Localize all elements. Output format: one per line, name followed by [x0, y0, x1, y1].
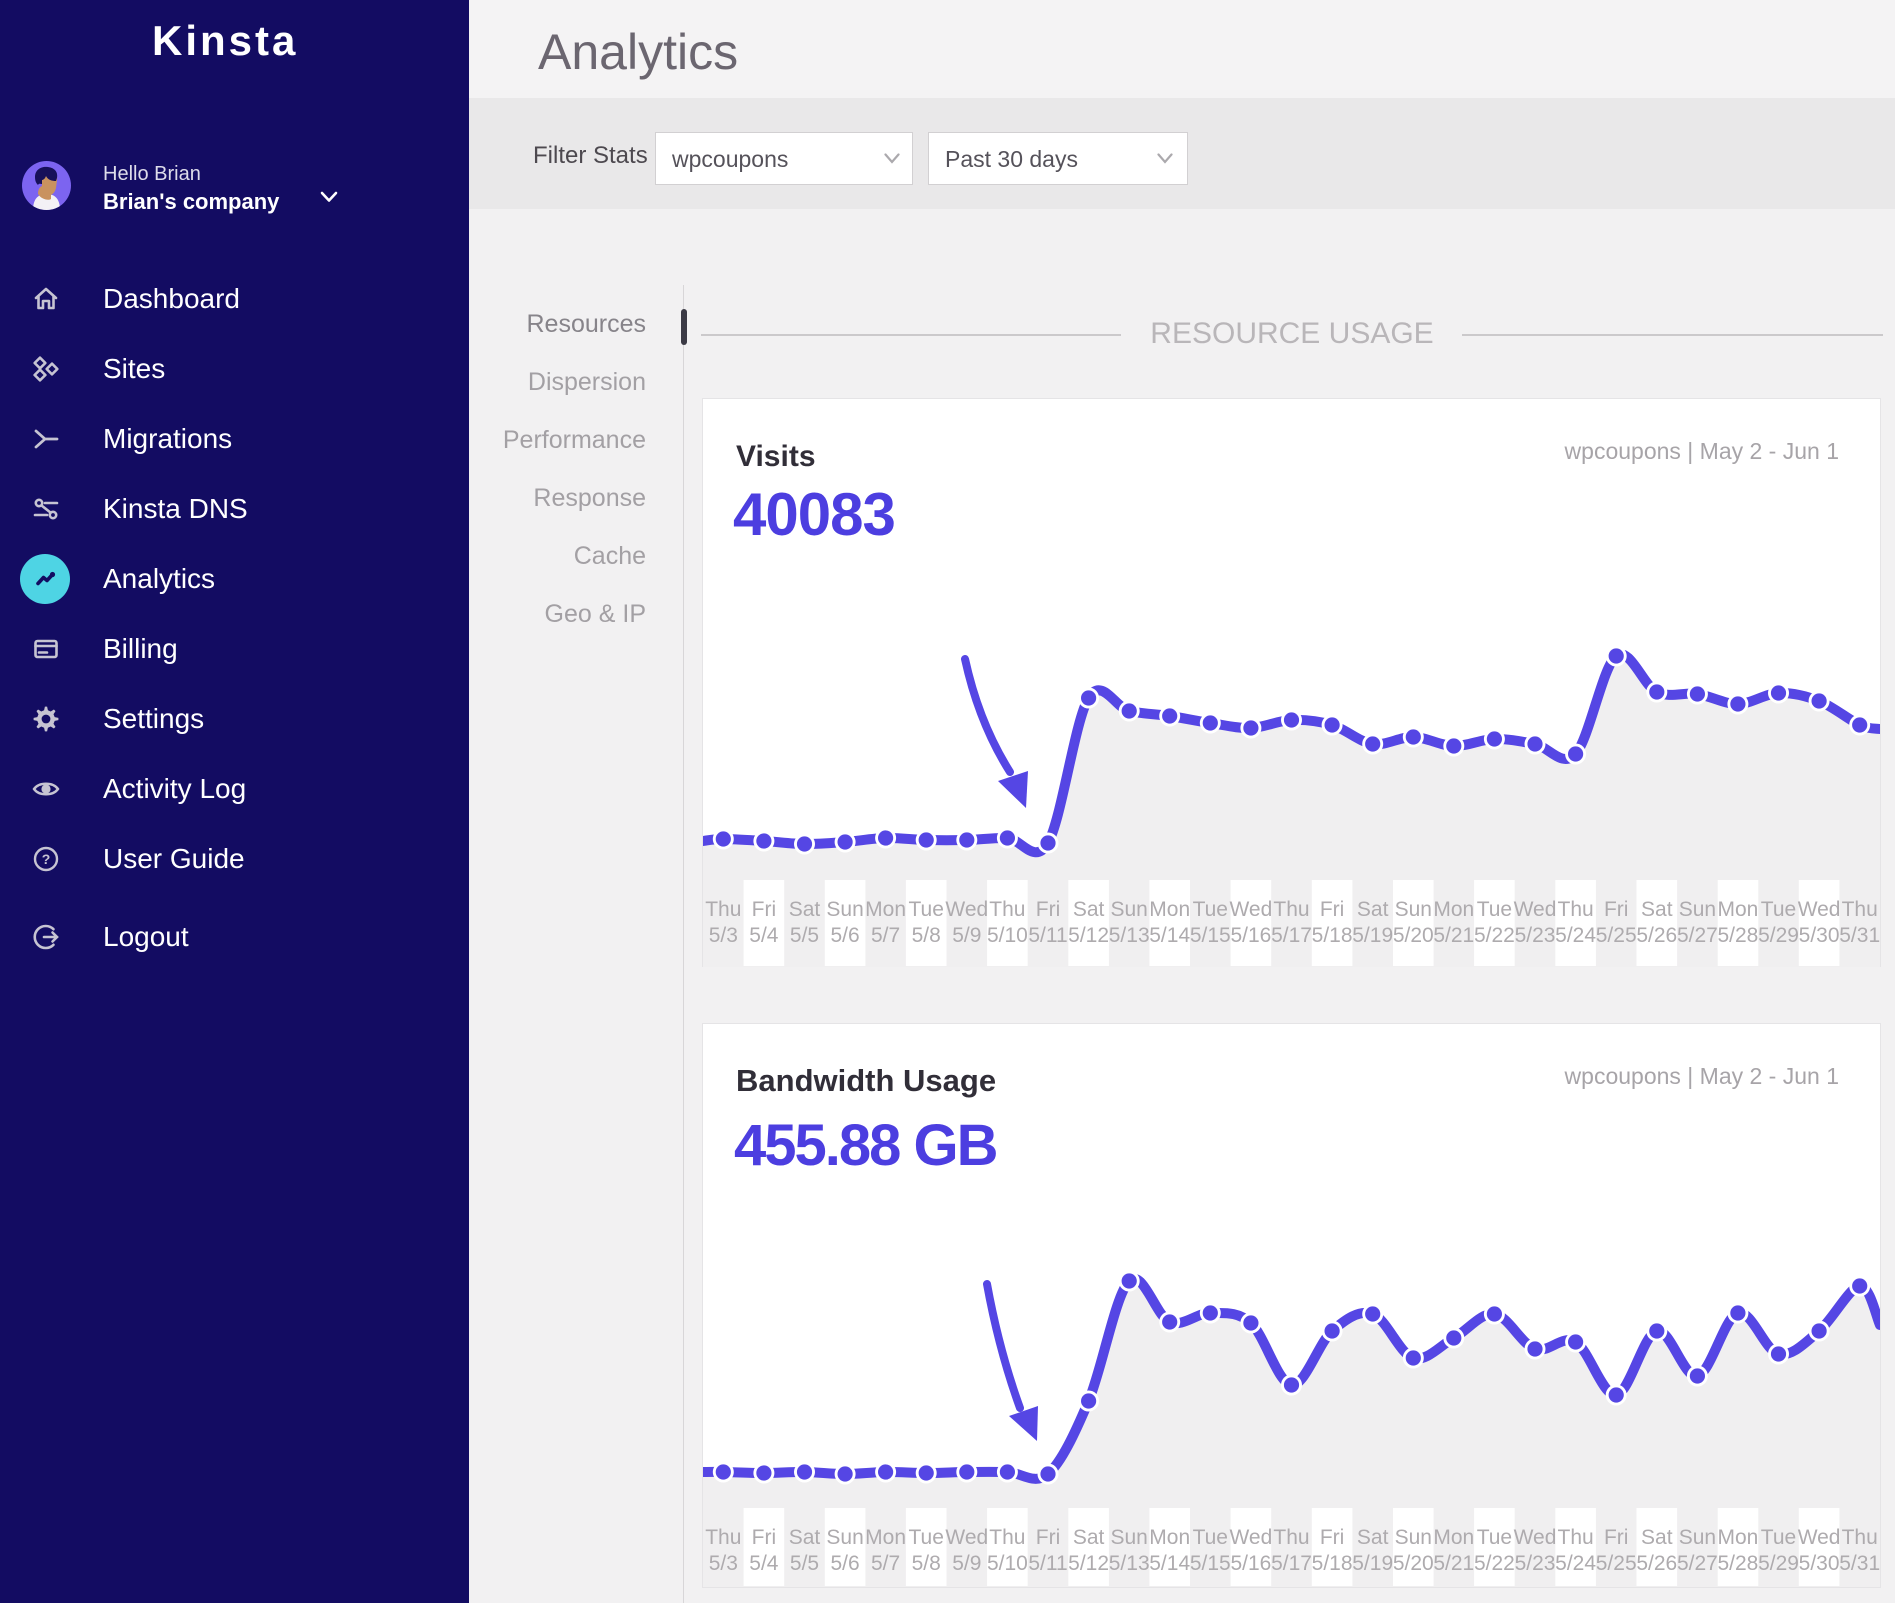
svg-text:?: ? — [42, 851, 51, 867]
